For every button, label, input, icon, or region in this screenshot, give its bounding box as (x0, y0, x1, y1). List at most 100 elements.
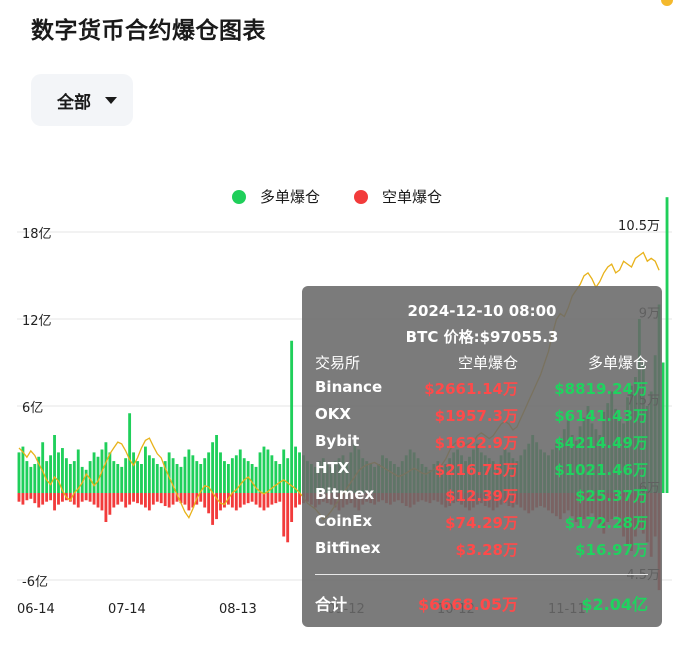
long-liquidation-bar (199, 464, 203, 493)
tooltip-header-short: 空单爆仓 (457, 354, 518, 372)
long-liquidation-bar (72, 461, 76, 493)
long-liquidation-bar (661, 362, 665, 493)
long-liquidation-bar (17, 452, 21, 493)
long-liquidation-bar (226, 464, 230, 493)
long-liquidation-bar (191, 455, 195, 493)
short-liquidation-bar (80, 493, 84, 502)
long-liquidation-bar (230, 458, 234, 493)
long-liquidation-bar (147, 455, 151, 493)
short-liquidation-bar (262, 493, 266, 511)
short-liquidation-bar (104, 493, 108, 522)
tooltip-exchange: HTX (315, 459, 350, 477)
short-liquidation-bar (128, 493, 132, 505)
short-liquidation-bar (151, 493, 155, 505)
tooltip-row: CoinEx $74.29万 $172.28万 (315, 512, 648, 532)
short-liquidation-bar (270, 493, 274, 505)
tooltip-divider (315, 574, 648, 575)
tooltip-row: OKX $1957.3万 $6141.43万 (315, 405, 648, 425)
tooltip-exchange: Bitfinex (315, 539, 381, 557)
x-axis-tick: 08-13 (219, 602, 257, 617)
short-liquidation-bar (294, 493, 298, 508)
short-liquidation-bar (183, 493, 187, 505)
long-liquidation-bar (144, 446, 147, 493)
long-liquidation-bar (234, 455, 238, 493)
tooltip-price: BTC 价格:$97055.3 (405, 328, 559, 346)
long-liquidation-bar (195, 461, 199, 493)
tooltip-total-row: 合计 $6668.05万 $2.04亿 (315, 591, 648, 614)
short-liquidation-bar (61, 493, 64, 502)
short-liquidation-bar (282, 493, 286, 537)
long-liquidation-bar (219, 452, 222, 493)
long-liquidation-bar (294, 446, 298, 493)
long-liquidation-bar (242, 458, 246, 493)
long-liquidation-bar (61, 448, 64, 493)
long-liquidation-bar (68, 464, 72, 493)
long-liquidation-bar (64, 458, 68, 493)
long-liquidation-bar (278, 464, 282, 493)
long-liquidation-bar (155, 464, 159, 493)
short-liquidation-bar (120, 493, 124, 502)
short-liquidation-bar (37, 493, 41, 508)
long-liquidation-bar (41, 442, 45, 493)
tooltip-row: Bitfinex $3.28万 $16.97万 (315, 539, 648, 559)
short-liquidation-bar (84, 493, 88, 501)
price-hover-marker (659, 0, 676, 8)
short-liquidation-bar (278, 493, 282, 502)
long-liquidation-bar (96, 456, 100, 493)
long-liquidation-bar (258, 452, 262, 493)
short-liquidation-bar (167, 493, 171, 508)
tooltip-short-value: $216.75万 (434, 461, 518, 479)
short-liquidation-bar (136, 493, 139, 504)
tooltip-short-value: $2661.14万 (424, 380, 518, 398)
long-liquidation-bar (108, 452, 112, 493)
short-liquidation-bar (266, 493, 270, 508)
short-liquidation-bar (207, 493, 211, 514)
long-liquidation-bar (49, 455, 53, 493)
short-liquidation-bar (250, 493, 254, 502)
short-liquidation-bar (132, 493, 135, 502)
tooltip-exchange: Bybit (315, 432, 360, 450)
short-liquidation-bar (116, 493, 120, 505)
short-liquidation-bar (238, 493, 242, 508)
short-liquidation-bar (223, 493, 226, 508)
short-liquidation-bar (108, 493, 112, 515)
tooltip-exchange: OKX (315, 405, 351, 423)
short-liquidation-bar (290, 493, 294, 522)
tooltip-exchange: CoinEx (315, 512, 373, 530)
long-liquidation-bar (187, 449, 191, 493)
long-liquidation-bar (112, 461, 116, 493)
tooltip-total-long: $2.04亿 (581, 595, 648, 614)
short-liquidation-bar (203, 493, 207, 508)
left-axis-tick: 6亿 (22, 401, 43, 416)
x-axis-tick: 06-14 (17, 602, 55, 617)
long-liquidation-bar (215, 435, 218, 493)
short-liquidation-bar (159, 493, 163, 504)
tooltip-row: Bybit $1622.9万 $4214.49万 (315, 432, 648, 452)
long-liquidation-bar (179, 466, 183, 493)
long-liquidation-bar (183, 456, 187, 493)
long-liquidation-bar (140, 464, 143, 493)
long-liquidation-bar (151, 458, 155, 493)
tooltip-short-value: $1957.3万 (434, 407, 518, 425)
long-liquidation-bar (211, 442, 215, 493)
short-liquidation-bar (112, 493, 116, 508)
short-liquidation-bar (92, 493, 96, 505)
short-liquidation-bar (286, 493, 290, 543)
short-liquidation-bar (155, 493, 159, 502)
tooltip-total-short: $6668.05万 (417, 595, 518, 614)
short-liquidation-bar (96, 493, 100, 508)
long-liquidation-bar (298, 452, 301, 493)
long-liquidation-bar (223, 461, 226, 493)
short-liquidation-bar (140, 493, 143, 505)
short-liquidation-bar (274, 493, 278, 504)
short-liquidation-bar (57, 493, 60, 505)
long-liquidation-bar (274, 461, 278, 493)
long-liquidation-bar (25, 461, 29, 493)
long-liquidation-bar (250, 464, 254, 493)
tooltip-date: 2024-12-10 08:00 (407, 302, 557, 320)
tooltip-long-value: $1021.46万 (554, 461, 648, 479)
tooltip-row: HTX $216.75万 $1021.46万 (315, 459, 648, 479)
long-liquidation-bar (262, 446, 266, 493)
left-axis-tick: 18亿 (22, 227, 52, 242)
short-liquidation-bar (163, 493, 167, 507)
